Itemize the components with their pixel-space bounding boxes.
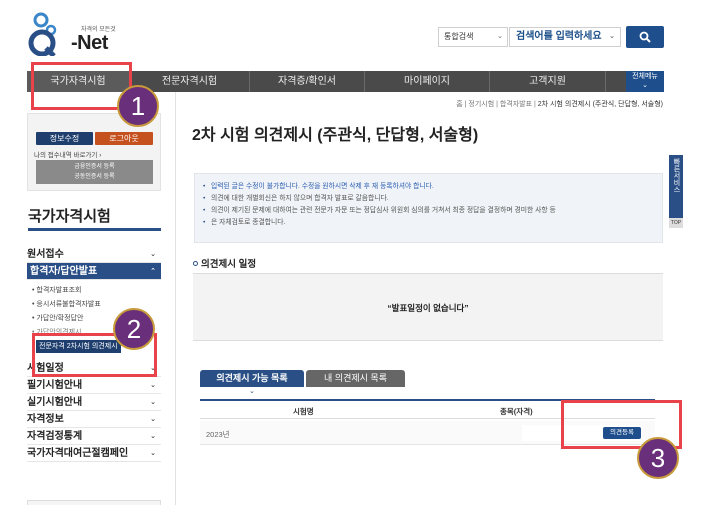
schedule-box: “발표일정이 없습니다” — [193, 273, 663, 341]
chevron-down-icon: ⌄ — [642, 82, 648, 89]
notice-line-continued: 은 자체검토로 종결합니다. — [203, 217, 654, 229]
sidebar-item-label: 합격자/답안발표 — [30, 266, 98, 277]
sidebar-item-label: 국가자격대여근절캠페인 — [27, 448, 129, 459]
sidebar-bottom-box — [27, 500, 161, 505]
all-menu-label: 전체메뉴 — [632, 73, 658, 80]
chevron-down-icon: ⌄ — [150, 416, 156, 423]
notice-line: 입력된 글은 수정이 불가합니다. 수정을 원하시면 삭제 후 재 등록하셔야 … — [203, 181, 654, 193]
notice-line: 의견이 제기된 문제에 대하여는 관련 전문가 자문 또는 정답심사 위원회 심… — [203, 205, 654, 217]
gnb-item-support[interactable]: 고객지원 — [490, 71, 606, 92]
sidebar-item-qualification-info[interactable]: 자격정보 ⌄ — [27, 411, 161, 428]
schedule-heading-text: 의견제시 일정 — [201, 259, 257, 270]
chevron-down-icon: ⌄ — [609, 33, 615, 40]
tab-my-opinions[interactable]: 내 의견제시 목록 — [306, 370, 405, 387]
sidebar-title: 국가자격시험 — [28, 208, 111, 225]
bullet-circle-icon — [193, 261, 198, 266]
sidebar-item-practical-exam[interactable]: 실기시험안내 ⌄ — [27, 394, 161, 411]
no-schedule-message: “발표일정이 없습니다” — [387, 303, 469, 313]
sidebar-item-application[interactable]: 원서접수 ⌄ — [27, 246, 161, 263]
chevron-down-icon: ⌄ — [497, 33, 503, 40]
chevron-down-icon: ⌄ — [150, 433, 156, 440]
my-applications-link[interactable]: 나의 접수내역 바로가기 › — [34, 149, 101, 159]
edit-info-button[interactable]: 정보수정 — [36, 132, 93, 145]
step-badge-1: 1 — [117, 85, 159, 127]
column-exam-name: 시험명 — [293, 407, 314, 416]
qnet-logo-mark-icon — [28, 12, 57, 56]
notice-continued-text: 은 자체검토로 종결합니다. — [211, 219, 286, 226]
submenu-label: 가답안/확정답안 — [36, 315, 84, 322]
sidebar-item-label: 자격정보 — [27, 414, 64, 425]
search-icon — [639, 31, 651, 43]
tab-available-list[interactable]: 의견제시 가능 목록 — [200, 370, 304, 387]
logo-text: -Net — [71, 32, 108, 54]
search-scope-select[interactable]: 통합검색 ⌄ — [438, 27, 508, 47]
column-category: 종목(자격) — [500, 407, 533, 416]
search-button[interactable] — [626, 26, 664, 48]
quick-service-label: 빠른서비스 — [673, 158, 680, 193]
cert-line-2: 공동인증서 등록 — [74, 174, 115, 180]
sidebar-item-label: 실기시험안내 — [27, 397, 83, 408]
chevron-down-icon: ⌄ — [150, 450, 156, 457]
exam-name-cell: 2023년 — [206, 430, 230, 439]
sidebar-item-results[interactable]: 합격자/답안발표 ⌃ — [27, 263, 161, 280]
schedule-heading: 의견제시 일정 — [193, 256, 256, 270]
search-input[interactable]: 검색어를 입력하세요 ⌄ — [509, 27, 621, 47]
breadcrumb-current: 2차 시험 의견제시 (주관식, 단답형, 서술형) — [537, 101, 663, 108]
step-badge-3: 3 — [637, 437, 679, 479]
submenu-label: 응시서류불합격자발표 — [36, 301, 101, 308]
chevron-down-icon: ⌄ — [150, 382, 156, 389]
cert-line-1: 금융인증서 등록 — [74, 164, 115, 170]
step-badge-2: 2 — [113, 308, 155, 350]
all-menu-button[interactable]: 전체메뉴 ⌄ — [626, 71, 664, 92]
sidebar-item-label: 자격검정통계 — [27, 431, 83, 442]
gnb-item-mypage[interactable]: 마이페이지 — [365, 71, 490, 92]
quick-service-tab[interactable]: 빠른서비스 — [669, 155, 683, 225]
breadcrumb-path: 홈 | 정기시험 | 합격자발표 | — [456, 101, 538, 108]
qnet-logo[interactable]: 자격의 모든것 -Net — [27, 10, 127, 60]
chevron-up-icon: ⌃ — [150, 268, 156, 275]
chevron-down-icon: ⌄ — [150, 251, 156, 258]
sidebar-item-written-exam[interactable]: 필기시험안내 ⌄ — [27, 377, 161, 394]
content-divider — [175, 92, 176, 505]
top-button[interactable]: TOP — [669, 218, 683, 228]
search-placeholder: 검색어를 입력하세요 — [516, 31, 602, 42]
submenu-label: 합격자발표조회 — [36, 287, 82, 294]
chevron-down-icon: ⌄ — [150, 399, 156, 406]
certificate-register-button[interactable]: 금융인증서 등록 공동인증서 등록 — [36, 160, 153, 184]
logout-button[interactable]: 로그아웃 — [95, 132, 153, 145]
gnb-item-certificates[interactable]: 자격증/확인서 — [250, 71, 365, 92]
notice-box: 입력된 글은 수정이 불가합니다. 수정을 원하시면 삭제 후 재 등록하셔야 … — [194, 173, 663, 243]
submenu-result-lookup[interactable]: • 합격자발표조회 — [27, 284, 161, 298]
chevron-down-icon: ⌄ — [249, 388, 255, 395]
page-title: 2차 시험 의견제시 (주관식, 단답형, 서술형) — [192, 127, 479, 144]
search-scope-value: 통합검색 — [444, 32, 474, 41]
sidebar-item-campaign[interactable]: 국가자격대여근절캠페인 ⌄ — [27, 445, 161, 462]
sidebar-title-underline — [28, 228, 161, 231]
notice-line: 의견에 대한 개별회신은 하지 않으며 합격자 발표로 갈음합니다. — [203, 193, 654, 205]
sidebar-item-label: 필기시험안내 — [27, 380, 83, 391]
breadcrumb: 홈 | 정기시험 | 합격자발표 | 2차 시험 의견제시 (주관식, 단답형,… — [456, 99, 663, 109]
sidebar-item-label: 원서접수 — [27, 249, 64, 260]
sidebar-item-statistics[interactable]: 자격검정통계 ⌄ — [27, 428, 161, 445]
